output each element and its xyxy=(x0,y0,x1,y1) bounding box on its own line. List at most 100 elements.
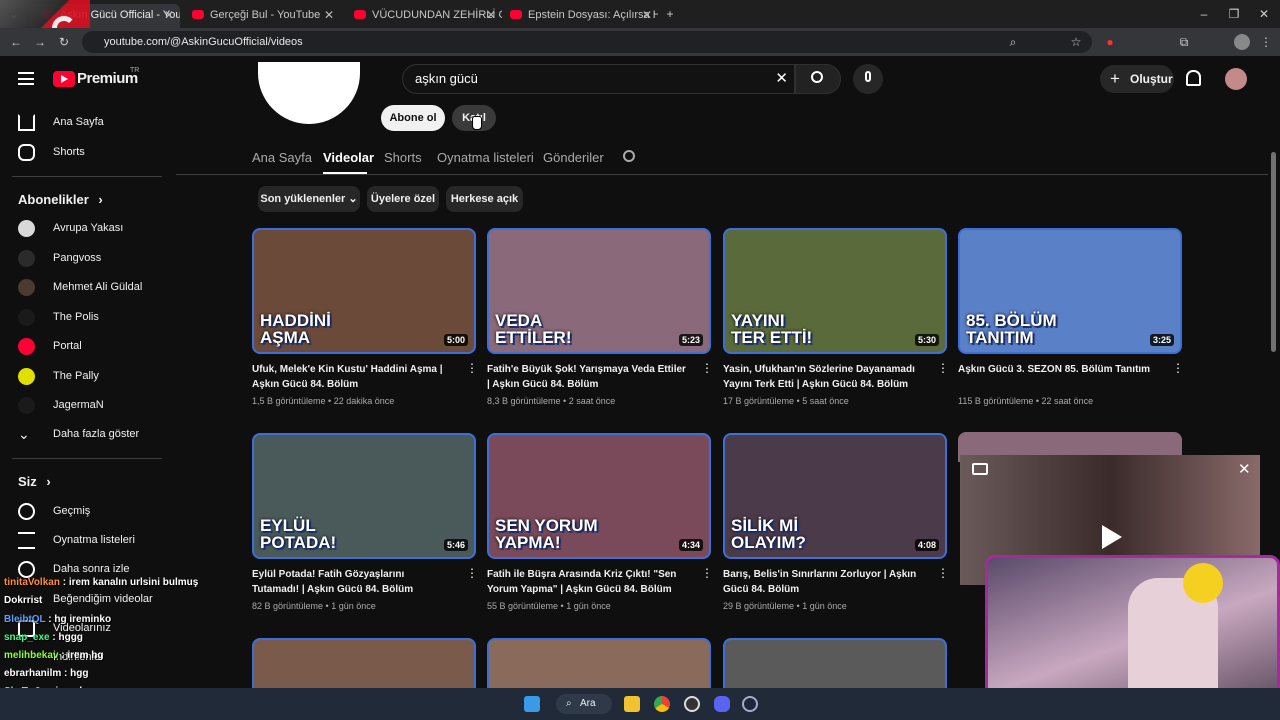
minimize-icon[interactable]: – xyxy=(1196,6,1212,22)
windows-start-icon[interactable] xyxy=(524,696,540,712)
subscription-item[interactable]: The Pally xyxy=(0,361,170,391)
tab-videos[interactable]: Videolar xyxy=(323,150,374,165)
voice-search-button[interactable] xyxy=(853,64,883,94)
notifications-bell-icon[interactable] xyxy=(1186,70,1201,86)
sidebar-item-history[interactable]: Geçmiş xyxy=(0,496,170,526)
more-options-icon[interactable]: ⋮ xyxy=(701,362,713,376)
browser-tab[interactable]: Epstein Dosyası: Açılırsa Her Şey ✕ xyxy=(498,4,658,28)
subscription-item[interactable]: Portal xyxy=(0,331,170,361)
hamburger-menu-icon[interactable] xyxy=(18,72,34,85)
video-title[interactable]: Fatih'e Büyük Şok! Yarışmaya Veda Ettile… xyxy=(487,362,687,392)
filter-chip-members[interactable]: Üyelere özel xyxy=(367,186,439,212)
video-thumbnail[interactable]: HADDİNİ AŞMA 5:00 xyxy=(252,228,476,354)
close-window-icon[interactable]: ✕ xyxy=(1256,6,1272,22)
video-card[interactable]: YAYINI TER ETTİ! 5:30 Yasin, Ufukhan'ın Sö… xyxy=(723,228,949,418)
extensions-icon[interactable]: ⧉ xyxy=(1176,34,1192,50)
youtube-logo-icon[interactable] xyxy=(53,71,75,87)
video-thumbnail[interactable]: VEDA ETTİLER! 5:23 xyxy=(487,228,711,354)
more-options-icon[interactable]: ⋮ xyxy=(937,567,949,581)
close-tab-icon[interactable]: ✕ xyxy=(324,4,334,26)
subscription-item[interactable]: Mehmet Ali Güldal xyxy=(0,272,170,302)
tab-home[interactable]: Ana Sayfa xyxy=(252,150,312,165)
subscriptions-heading[interactable]: Abonelikler › xyxy=(18,192,103,207)
more-options-icon[interactable]: ⋮ xyxy=(701,567,713,581)
video-thumbnail[interactable]: SEN YORUM YAPMA! 4:34 xyxy=(487,433,711,559)
search-input[interactable]: aşkın gücü ✕ xyxy=(402,64,795,94)
video-title[interactable]: Fatih ile Büşra Arasında Kriz Çıktı! "Se… xyxy=(487,567,687,597)
video-title[interactable]: Yasin, Ufukhan'ın Sözlerine Dayanamadı Y… xyxy=(723,362,923,392)
video-title[interactable]: Aşkın Gücü 3. SEZON 85. Bölüm Tanıtım xyxy=(958,362,1158,377)
sidebar-divider xyxy=(12,176,162,177)
new-tab-icon[interactable]: + xyxy=(662,6,678,22)
zoom-icon[interactable]: ⌕ xyxy=(1005,34,1021,50)
tab-playlists[interactable]: Oynatma listeleri xyxy=(437,150,534,165)
video-thumbnail-partial[interactable] xyxy=(723,638,947,688)
bookmark-star-icon[interactable]: ☆ xyxy=(1068,34,1084,50)
filter-chip-public[interactable]: Herkese açık xyxy=(446,186,523,212)
close-tab-icon[interactable]: ✕ xyxy=(486,4,496,26)
browser-tab[interactable]: VÜCUDUNDAN ZEHİRLİ GAZ Sİ ✕ xyxy=(342,4,502,28)
channel-search-icon[interactable] xyxy=(623,150,635,162)
subscription-item[interactable]: Pangvoss xyxy=(0,243,170,273)
forward-icon[interactable]: → xyxy=(32,34,48,50)
back-icon[interactable]: ← xyxy=(8,34,24,50)
video-title[interactable]: Barış, Belis'in Sınırlarını Zorluyor | A… xyxy=(723,567,923,597)
video-thumbnail-partial[interactable] xyxy=(487,638,711,688)
search-button[interactable] xyxy=(795,64,841,94)
more-options-icon[interactable]: ⋮ xyxy=(466,567,478,581)
maximize-icon[interactable]: ❐ xyxy=(1226,6,1242,22)
video-card[interactable]: SEN YORUM YAPMA! 4:34 Fatih ile Büşra Aras… xyxy=(487,433,713,623)
video-card[interactable]: HADDİNİ AŞMA 5:00 Ufuk, Melek'e Kin Kustu'… xyxy=(252,228,478,418)
close-tab-icon[interactable]: ✕ xyxy=(164,4,174,26)
video-card[interactable]: SİLİK Mİ OLAYIM? 4:08 Barış, Belis'in Sını… xyxy=(723,433,949,623)
clear-search-icon[interactable]: ✕ xyxy=(775,65,788,93)
show-more-button[interactable]: ⌄ Daha fazla göster xyxy=(0,419,170,449)
browser-tab[interactable]: Gerçeği Bul - YouTube ✕ xyxy=(180,4,340,28)
video-thumbnail[interactable]: SİLİK Mİ OLAYIM? 4:08 xyxy=(723,433,947,559)
subscription-item[interactable]: The Polis xyxy=(0,302,170,332)
video-card[interactable]: 85. BÖLÜM TANITIM 3:25 Aşkın Gücü 3. SEZON… xyxy=(958,228,1184,418)
expand-player-icon[interactable] xyxy=(972,463,988,475)
more-options-icon[interactable]: ⋮ xyxy=(937,362,949,376)
profile-avatar-icon[interactable] xyxy=(1234,34,1250,50)
subscription-item[interactable]: JagermaN xyxy=(0,390,170,420)
more-options-icon[interactable]: ⋮ xyxy=(1172,362,1184,376)
steam-icon[interactable] xyxy=(742,696,758,712)
video-title[interactable]: Ufuk, Melek'e Kin Kustu' Haddini Aşma | … xyxy=(252,362,452,392)
sidebar-item-home[interactable]: Ana Sayfa xyxy=(0,107,170,137)
taskbar-search[interactable]: ⌕ Ara xyxy=(556,694,612,714)
filter-chip-latest[interactable]: Son yüklenenler ⌄ xyxy=(258,186,360,212)
sidebar-item-shorts[interactable]: Shorts xyxy=(0,137,170,167)
more-options-icon[interactable]: ⋮ xyxy=(466,362,478,376)
video-thumbnail[interactable]: YAYINI TER ETTİ! 5:30 xyxy=(723,228,947,354)
subscription-item[interactable]: Avrupa Yakası xyxy=(0,213,170,243)
you-heading[interactable]: Siz › xyxy=(18,474,51,489)
browser-menu-icon[interactable]: ⋮ xyxy=(1258,34,1274,50)
close-tab-icon[interactable]: ✕ xyxy=(642,4,652,26)
video-thumbnail[interactable]: 85. BÖLÜM TANITIM 3:25 xyxy=(958,228,1182,354)
create-button[interactable]: + Oluştur xyxy=(1100,65,1174,93)
obs-icon[interactable] xyxy=(684,696,700,712)
sidebar-item-playlists[interactable]: Oynatma listeleri xyxy=(0,525,170,555)
chrome-icon[interactable] xyxy=(654,696,670,712)
tab-shorts[interactable]: Shorts xyxy=(384,150,422,165)
discord-icon[interactable] xyxy=(714,696,730,712)
chat-message: tinitaVolkan : irem kanalın urlsini bulm… xyxy=(4,577,199,588)
reload-icon[interactable]: ↻ xyxy=(56,34,72,50)
account-avatar[interactable] xyxy=(1225,68,1247,90)
close-player-icon[interactable]: ✕ xyxy=(1238,460,1251,478)
video-thumbnail-partial[interactable] xyxy=(252,638,476,688)
play-icon[interactable] xyxy=(1102,525,1122,549)
subscribe-button[interactable]: Abone ol xyxy=(381,105,445,131)
extension-red-icon[interactable]: ● xyxy=(1102,34,1118,50)
file-explorer-icon[interactable] xyxy=(624,696,640,712)
video-title[interactable]: Eylül Potada! Fatih Gözyaşlarını Tutamad… xyxy=(252,567,452,597)
chat-message: ebrarhanilm : hgg xyxy=(4,668,89,679)
video-thumbnail[interactable]: EYLÜL POTADA! 5:46 xyxy=(252,433,476,559)
scrollbar[interactable] xyxy=(1271,152,1276,352)
chat-text: irem hg xyxy=(67,650,104,661)
video-card[interactable]: VEDA ETTİLER! 5:23 Fatih'e Büyük Şok! Yarı… xyxy=(487,228,713,418)
video-card[interactable]: EYLÜL POTADA! 5:46 Eylül Potada! Fatih Göz… xyxy=(252,433,478,623)
tab-posts[interactable]: Gönderiler xyxy=(543,150,604,165)
url-input[interactable]: youtube.com/@AskinGucuOfficial/videos xyxy=(82,31,1092,53)
